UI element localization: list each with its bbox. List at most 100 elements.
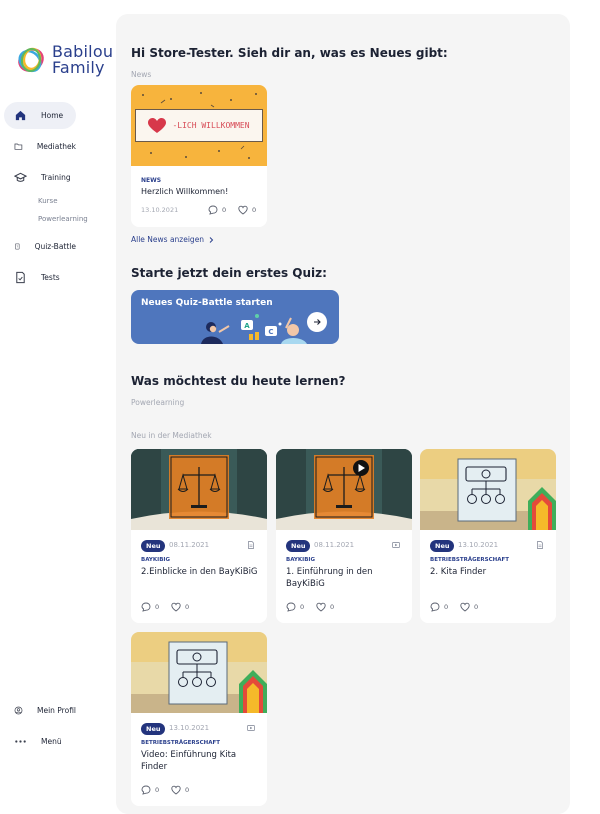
svg-text:A: A <box>244 322 250 330</box>
comment-count-value: 0 <box>222 206 227 214</box>
comment-count-value: 0 <box>444 603 449 611</box>
all-news-link[interactable]: Alle News anzeigen <box>131 235 215 244</box>
comment-count[interactable]: 0 <box>430 602 448 612</box>
brand-logo[interactable]: Babilou Family <box>15 44 113 76</box>
welcome-banner: -LICH WILLKOMMEN <box>135 109 263 142</box>
heart-outline-icon <box>316 602 326 612</box>
document-icon <box>537 541 543 549</box>
media-title[interactable]: 2. Kita Finder <box>430 566 548 578</box>
sidebar-item-training[interactable]: Training <box>4 164 76 191</box>
sidebar-item-home[interactable]: Home <box>4 102 76 129</box>
media-date: 13.10.2021 <box>169 724 210 732</box>
like-count[interactable]: 0 <box>460 602 478 612</box>
heart-icon <box>148 117 167 133</box>
arrow-right-icon <box>307 312 327 332</box>
comment-count-value: 0 <box>155 603 160 611</box>
news-date: 13.10.2021 <box>141 206 179 214</box>
news-title[interactable]: Herzlich Willkommen! <box>141 187 228 196</box>
sidebar: Babilou Family Home Mediathek Training K… <box>0 0 116 800</box>
graduation-cap-icon <box>14 172 27 182</box>
user-icon <box>14 706 23 715</box>
sidebar-item-label: Tests <box>41 273 60 282</box>
chevron-right-icon <box>209 236 214 243</box>
comment-count[interactable]: 0 <box>141 602 159 612</box>
svg-text:?: ? <box>17 245 19 249</box>
like-count[interactable]: 0 <box>171 602 189 612</box>
like-count-value: 0 <box>185 786 190 794</box>
like-count[interactable]: 0 <box>316 602 334 612</box>
media-category: BETRIEBSTRÄGERSCHAFT <box>430 557 510 563</box>
news-image: -LICH WILLKOMMEN <box>131 85 267 166</box>
media-category: BAYKIBIG <box>286 557 315 563</box>
quiz-icon: ? <box>15 243 20 250</box>
comment-count[interactable]: 0 <box>208 205 226 215</box>
sidebar-item-mediathek[interactable]: Mediathek <box>4 133 76 160</box>
comment-icon <box>286 602 296 612</box>
sidebar-item-label: Mein Profil <box>36 706 76 715</box>
powerlearning-label[interactable]: Powerlearning <box>131 398 184 407</box>
like-count[interactable]: 0 <box>171 785 189 795</box>
news-section-label: News <box>131 70 152 79</box>
new-badge: Neu <box>141 723 166 735</box>
news-category: NEWS <box>141 177 162 184</box>
babilou-logo-icon <box>15 44 47 76</box>
checklist-icon <box>16 271 25 284</box>
new-badge: Neu <box>430 540 455 552</box>
comment-icon <box>208 205 218 215</box>
home-icon <box>15 110 26 121</box>
like-count-value: 0 <box>185 603 190 611</box>
media-category: BETRIEBSTRÄGERSCHAFT <box>141 740 221 746</box>
comment-count[interactable]: 0 <box>141 785 159 795</box>
heart-outline-icon <box>171 602 181 612</box>
sidebar-subitem-kurse[interactable]: Kurse <box>38 197 58 205</box>
comment-count[interactable]: 0 <box>286 602 304 612</box>
document-icon <box>248 541 254 549</box>
more-dots-icon <box>15 740 26 743</box>
media-title[interactable]: Video: Einführung Kita Finder <box>141 749 259 773</box>
heart-outline-icon <box>238 205 248 215</box>
start-quiz-battle-button[interactable]: Neues Quiz-Battle starten A C <box>131 290 339 344</box>
media-card[interactable]: Neu 08.11.2021 BAYKIBIG 1. Einführung in… <box>276 449 412 623</box>
sidebar-item-label: Menü <box>41 737 62 746</box>
media-title[interactable]: 1. Einführung in den BayKiBiG <box>286 566 404 590</box>
org-chart-image <box>420 449 556 530</box>
heart-outline-icon <box>460 602 470 612</box>
comment-icon <box>141 785 151 795</box>
learn-heading: Was möchtest du heute lernen? <box>131 374 346 388</box>
like-count-value: 0 <box>252 206 257 214</box>
media-thumbnail <box>420 449 556 530</box>
new-badge: Neu <box>286 540 311 552</box>
media-date: 08.11.2021 <box>314 541 355 549</box>
sidebar-item-label: Quiz-Battle <box>34 242 76 251</box>
media-card[interactable]: Neu 08.11.2021 BAYKIBIG 2.Einblicke in d… <box>131 449 267 623</box>
all-news-label: Alle News anzeigen <box>131 235 205 244</box>
main-content: Hi Store-Tester. Sieh dir an, was es Neu… <box>116 14 570 814</box>
comment-icon <box>141 602 151 612</box>
media-date: 13.10.2021 <box>458 541 499 549</box>
greeting-heading: Hi Store-Tester. Sieh dir an, was es Neu… <box>131 46 448 60</box>
media-thumbnail <box>131 449 267 530</box>
media-thumbnail <box>131 632 267 713</box>
sidebar-item-menu[interactable]: Menü <box>4 728 76 755</box>
new-in-mediathek-label: Neu in der Mediathek <box>131 431 212 440</box>
sidebar-item-tests[interactable]: Tests <box>4 264 76 291</box>
media-thumbnail <box>276 449 412 530</box>
media-title[interactable]: 2.Einblicke in den BayKiBiG <box>141 566 259 578</box>
media-card[interactable]: Neu 13.10.2021 BETRIEBSTRÄGERSCHAFT 2. K… <box>420 449 556 623</box>
comment-count-value: 0 <box>155 786 160 794</box>
brand-name-line2: Family <box>52 58 105 77</box>
video-icon <box>247 725 255 731</box>
sidebar-item-quiz-battle[interactable]: ? Quiz-Battle <box>4 233 76 260</box>
comment-icon <box>430 602 440 612</box>
like-count[interactable]: 0 <box>238 205 256 215</box>
video-icon <box>392 542 400 548</box>
media-category: BAYKIBIG <box>141 557 170 563</box>
scales-of-justice-image <box>276 449 412 530</box>
sidebar-item-profile[interactable]: Mein Profil <box>4 697 76 724</box>
sidebar-subitem-powerlearning[interactable]: Powerlearning <box>38 215 88 223</box>
news-card[interactable]: -LICH WILLKOMMEN NEWS Herzlich Willkomme… <box>131 85 267 227</box>
media-card[interactable]: Neu 13.10.2021 BETRIEBSTRÄGERSCHAFT Vide… <box>131 632 267 806</box>
like-count-value: 0 <box>330 603 335 611</box>
media-date: 08.11.2021 <box>169 541 210 549</box>
heart-outline-icon <box>171 785 181 795</box>
